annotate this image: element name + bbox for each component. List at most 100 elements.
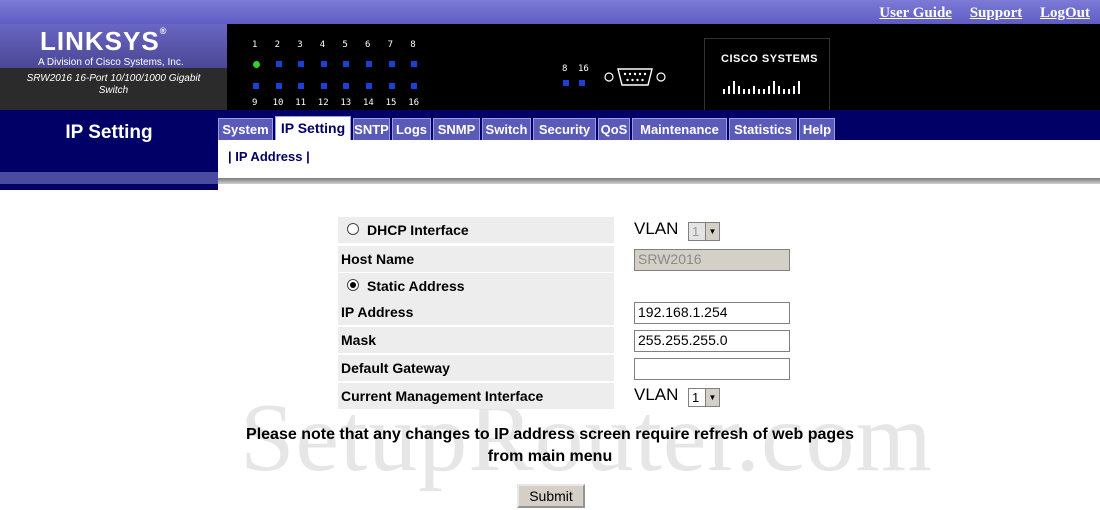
port-led-icon bbox=[320, 83, 327, 89]
port-number-label: 16 bbox=[408, 98, 420, 108]
port-number-label: 13 bbox=[340, 98, 352, 108]
static-label: Static Address bbox=[367, 278, 465, 294]
management-vlan-label: VLAN bbox=[634, 385, 679, 404]
row-static: Static Address bbox=[338, 273, 798, 299]
sub-tab-ip-address[interactable]: IP Address bbox=[235, 149, 302, 164]
submit-button[interactable]: Submit bbox=[517, 484, 585, 508]
mask-label: Mask bbox=[338, 327, 614, 353]
logout-link[interactable]: LogOut bbox=[1040, 5, 1090, 21]
linksys-logo: LINKSYS® bbox=[40, 26, 168, 56]
port-led-icon bbox=[253, 83, 259, 89]
port-led-icon bbox=[366, 83, 372, 89]
logo-subtitle: A Division of Cisco Systems, Inc. bbox=[38, 57, 184, 68]
row-mask: Mask 255.255.255.0 bbox=[338, 327, 798, 353]
port-led-icon bbox=[275, 61, 282, 67]
tab-logs[interactable]: Logs bbox=[392, 118, 431, 140]
page-title: IP Setting bbox=[65, 122, 153, 143]
dhcp-vlan-select[interactable]: 1 ▼ bbox=[688, 222, 720, 241]
port-number-label: 3 bbox=[297, 40, 303, 50]
sub-navigation: | IP Address | bbox=[218, 140, 1100, 180]
management-vlan-select[interactable]: 1 ▼ bbox=[688, 388, 720, 407]
uplink-led-icon bbox=[579, 80, 585, 86]
ip-address-field[interactable]: 192.168.1.254 bbox=[634, 302, 790, 324]
port-led-icon bbox=[411, 61, 418, 67]
ip-address-label: IP Address bbox=[338, 299, 614, 325]
static-label-cell: Static Address bbox=[338, 273, 614, 299]
tab-statistics[interactable]: Statistics bbox=[729, 118, 797, 140]
cisco-logo-text: CISCO SYSTEMS bbox=[721, 53, 818, 65]
tab-security[interactable]: Security bbox=[533, 118, 596, 140]
row-ip-address: IP Address 192.168.1.254 bbox=[338, 299, 798, 325]
port-number-label: 11 bbox=[295, 98, 307, 108]
port-number-label: 2 bbox=[274, 40, 281, 50]
sub-nav-links: | IP Address | bbox=[228, 149, 310, 164]
port-number-label: 1 bbox=[252, 40, 258, 50]
tab-qos[interactable]: QoS bbox=[598, 118, 630, 140]
port-led-icon bbox=[298, 61, 305, 67]
model-name: SRW2016 16-Port 10/100/1000 Gigabit Swit… bbox=[0, 68, 227, 110]
port-led-icon bbox=[343, 83, 350, 89]
uplink-port-label: 16 bbox=[578, 64, 589, 74]
tab-sntp[interactable]: SNTP bbox=[353, 118, 390, 140]
port-led-icon bbox=[253, 61, 260, 68]
port-number-label: 8 bbox=[410, 40, 416, 50]
port-led-icon bbox=[366, 61, 372, 67]
tab-maintenance[interactable]: Maintenance bbox=[632, 118, 727, 140]
user-guide-link[interactable]: User Guide bbox=[879, 5, 952, 21]
port-number-label: 15 bbox=[385, 98, 397, 108]
management-interface-label: Current Management Interface bbox=[338, 383, 614, 409]
port-number-label: 6 bbox=[365, 40, 371, 50]
tab-system[interactable]: System bbox=[218, 118, 273, 140]
port-led-icon bbox=[298, 83, 305, 89]
port-led-icon bbox=[388, 61, 395, 67]
dhcp-label: DHCP Interface bbox=[367, 222, 469, 238]
uplink-port-label: 8 bbox=[562, 64, 568, 74]
row-host-name: Host Name SRW2016 bbox=[338, 246, 798, 272]
row-dhcp: DHCP Interface VLAN 1 ▼ bbox=[338, 217, 798, 243]
mask-field[interactable]: 255.255.255.0 bbox=[634, 330, 790, 352]
tab-ip-setting[interactable]: IP Setting bbox=[275, 116, 351, 140]
model-line-2: Switch bbox=[98, 85, 129, 96]
chevron-down-icon: ▼ bbox=[705, 389, 719, 406]
left-divider bbox=[0, 172, 218, 184]
host-name-field[interactable]: SRW2016 bbox=[634, 249, 790, 271]
host-name-label: Host Name bbox=[338, 246, 614, 272]
uplink-led-icon bbox=[563, 80, 569, 86]
model-line-1: SRW2016 16-Port 10/100/1000 Gigabit bbox=[26, 73, 201, 84]
port-number-label: 9 bbox=[252, 98, 258, 108]
port-number-label: 12 bbox=[317, 98, 329, 108]
port-led-icon bbox=[388, 83, 395, 89]
dhcp-vlan-label: VLAN bbox=[634, 219, 679, 238]
main-tab-bar: System IP Setting SNTP Logs SNMP Switch Securi… bbox=[218, 110, 1100, 140]
row-gateway: Default Gateway bbox=[338, 355, 798, 381]
top-links-bar: User Guide Support LogOut bbox=[0, 0, 1100, 24]
port-led-icon bbox=[320, 61, 327, 67]
cisco-systems-logo: CISCO SYSTEMS bbox=[704, 38, 830, 112]
support-link[interactable]: Support bbox=[970, 5, 1023, 21]
port-led-icon bbox=[411, 83, 418, 89]
console-port-icon bbox=[604, 68, 666, 86]
port-number-label: 4 bbox=[319, 40, 326, 50]
dhcp-label-cell: DHCP Interface bbox=[338, 217, 614, 243]
tab-snmp[interactable]: SNMP bbox=[433, 118, 480, 140]
linksys-logo-area: LINKSYS® A Division of Cisco Systems, In… bbox=[0, 24, 227, 110]
device-header: LINKSYS® A Division of Cisco Systems, In… bbox=[0, 24, 1100, 112]
tab-switch[interactable]: Switch bbox=[482, 118, 531, 140]
refresh-note: Please note that any changes to IP addre… bbox=[246, 426, 854, 465]
port-led-icon bbox=[275, 83, 282, 89]
top-links: User Guide Support LogOut bbox=[865, 5, 1090, 22]
sub-nav-divider bbox=[218, 178, 1100, 184]
row-management: Current Management Interface VLAN 1 ▼ bbox=[338, 383, 798, 409]
port-number-label: 7 bbox=[387, 40, 394, 50]
port-number-label: 14 bbox=[363, 98, 374, 108]
default-gateway-field[interactable] bbox=[634, 358, 790, 380]
port-number-label: 10 bbox=[272, 98, 284, 108]
port-led-icon bbox=[343, 61, 350, 67]
cisco-bridge-icon bbox=[723, 81, 800, 94]
chevron-down-icon: ▼ bbox=[705, 223, 719, 240]
static-radio[interactable] bbox=[347, 279, 359, 292]
port-number-label: 5 bbox=[342, 40, 348, 50]
tab-help[interactable]: Help bbox=[799, 118, 835, 140]
default-gateway-label: Default Gateway bbox=[338, 355, 614, 381]
dhcp-radio[interactable] bbox=[347, 223, 359, 236]
